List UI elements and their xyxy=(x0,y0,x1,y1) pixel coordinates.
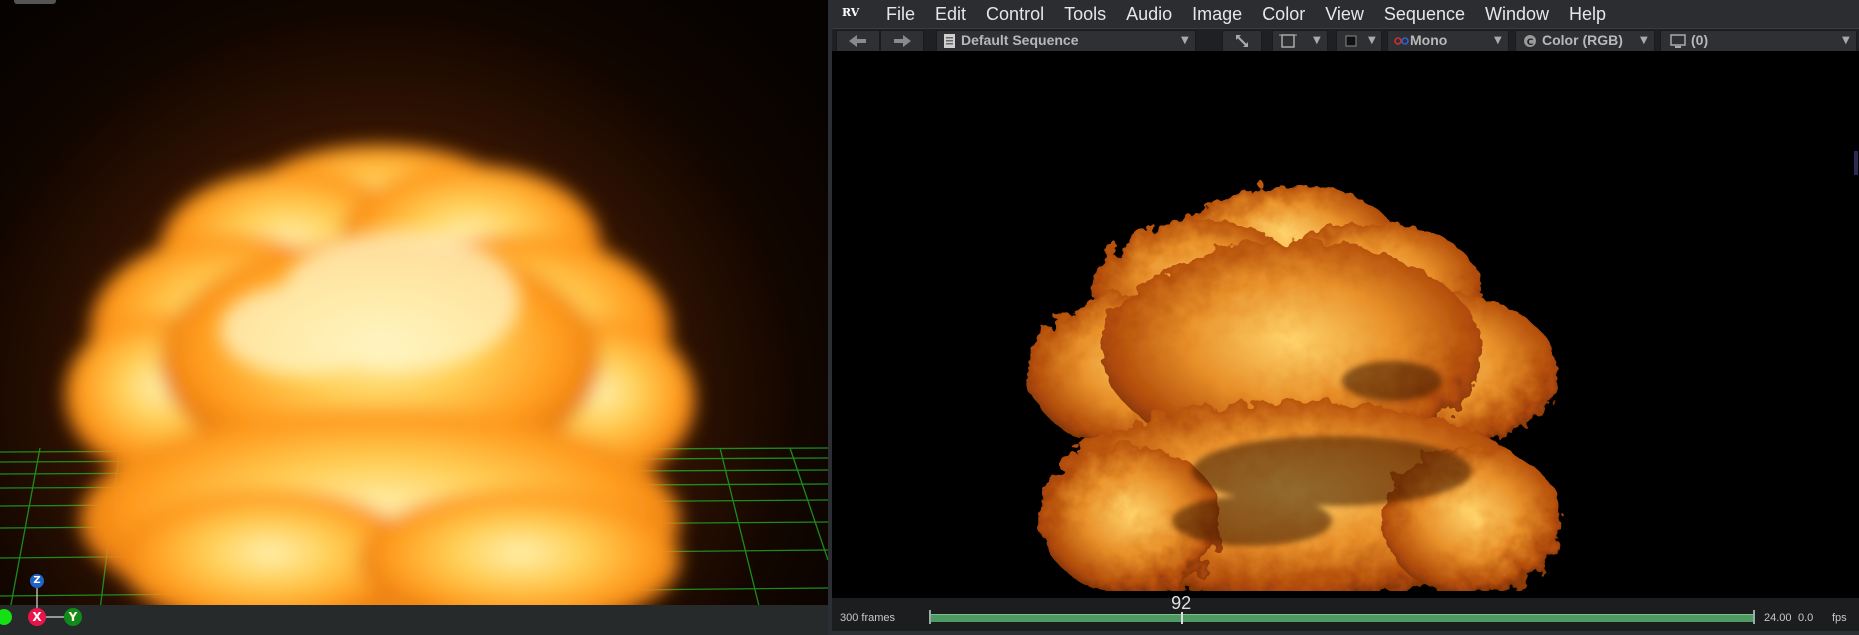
menu-items: File Edit Control Tools Audio Image Colo… xyxy=(876,0,1616,28)
fps-unit-label: fps xyxy=(1832,612,1847,624)
3d-viewport[interactable]: X Y Z xyxy=(0,0,828,635)
menu-edit[interactable]: Edit xyxy=(925,4,976,25)
menu-color[interactable]: Color xyxy=(1252,4,1315,25)
rv-window: RV File Edit Control Tools Audio Image C… xyxy=(832,0,1859,635)
stereo-glasses-icon xyxy=(1394,37,1409,45)
axis-y-label: Y xyxy=(64,608,82,626)
fps-actual-value: 0.0 xyxy=(1798,612,1814,624)
rv-logo: RV xyxy=(842,6,860,19)
forward-button[interactable] xyxy=(880,30,924,52)
menu-audio[interactable]: Audio xyxy=(1116,4,1182,25)
sequence-label: Default Sequence xyxy=(961,32,1079,48)
stereo-label: Mono xyxy=(1410,32,1448,48)
color-channel-icon: C xyxy=(1524,35,1536,48)
document-icon xyxy=(944,34,955,48)
crop-button[interactable]: ▼ xyxy=(1272,30,1328,52)
viewer-edge-marker xyxy=(1854,151,1858,175)
image-viewer[interactable] xyxy=(832,51,1859,601)
monitor-icon xyxy=(1670,34,1686,48)
bottom-toolbar-strip xyxy=(832,631,1859,635)
fit-button[interactable] xyxy=(1222,30,1262,52)
axis-gizmo-lines xyxy=(36,580,72,618)
menu-view[interactable]: View xyxy=(1315,4,1374,25)
output-label: (0) xyxy=(1691,32,1709,48)
chevron-down-icon: ▼ xyxy=(1842,35,1850,46)
sequence-select[interactable]: Default Sequence ▼ xyxy=(936,30,1196,52)
chevron-down-icon: ▼ xyxy=(1640,35,1648,46)
chevron-down-icon: ▼ xyxy=(1313,35,1321,46)
arrow-right-icon xyxy=(894,35,911,47)
stereo-select[interactable]: Mono ▼ xyxy=(1387,30,1509,52)
crop-frame-icon xyxy=(1279,34,1297,48)
menu-help[interactable]: Help xyxy=(1559,4,1616,25)
axis-z-label: Z xyxy=(30,574,44,588)
current-frame-label: 92 xyxy=(1171,593,1192,613)
menu-window[interactable]: Window xyxy=(1475,4,1559,25)
resize-icon xyxy=(1236,35,1248,47)
timeline[interactable]: 300 frames 92 24.00 0.0 fps xyxy=(832,593,1859,635)
background-button[interactable]: ▼ xyxy=(1336,30,1382,52)
background-swatch-icon xyxy=(1345,35,1357,47)
toolbar: Default Sequence ▼ ▼ ▼ Mono ▼ C Color (R… xyxy=(832,28,1859,52)
frame-count-label: 300 frames xyxy=(840,612,896,624)
timeline-track[interactable] xyxy=(930,614,1754,622)
fps-target-value[interactable]: 24.00 xyxy=(1764,612,1792,624)
out-point-marker[interactable] xyxy=(1753,610,1755,624)
arrow-left-icon xyxy=(849,35,866,47)
channel-select[interactable]: C Color (RGB) ▼ xyxy=(1515,30,1655,52)
axis-x-label: X xyxy=(28,608,46,626)
viewport-statusbar xyxy=(0,605,828,635)
menu-file[interactable]: File xyxy=(876,4,925,25)
menubar: RV File Edit Control Tools Audio Image C… xyxy=(832,0,1859,28)
svg-text:C: C xyxy=(1527,38,1534,48)
explosion-render xyxy=(65,145,695,610)
back-button[interactable] xyxy=(836,30,880,52)
menu-sequence[interactable]: Sequence xyxy=(1374,4,1475,25)
chevron-down-icon: ▼ xyxy=(1368,35,1376,46)
menu-image[interactable]: Image xyxy=(1182,4,1252,25)
chevron-down-icon: ▼ xyxy=(1494,35,1502,46)
menu-tools[interactable]: Tools xyxy=(1054,4,1116,25)
in-point-marker[interactable] xyxy=(929,610,931,624)
chevron-down-icon: ▼ xyxy=(1181,35,1189,46)
output-select[interactable]: (0) ▼ xyxy=(1660,30,1857,52)
explosion-image xyxy=(832,186,1859,601)
menu-control[interactable]: Control xyxy=(976,4,1054,25)
channel-label: Color (RGB) xyxy=(1542,32,1623,48)
